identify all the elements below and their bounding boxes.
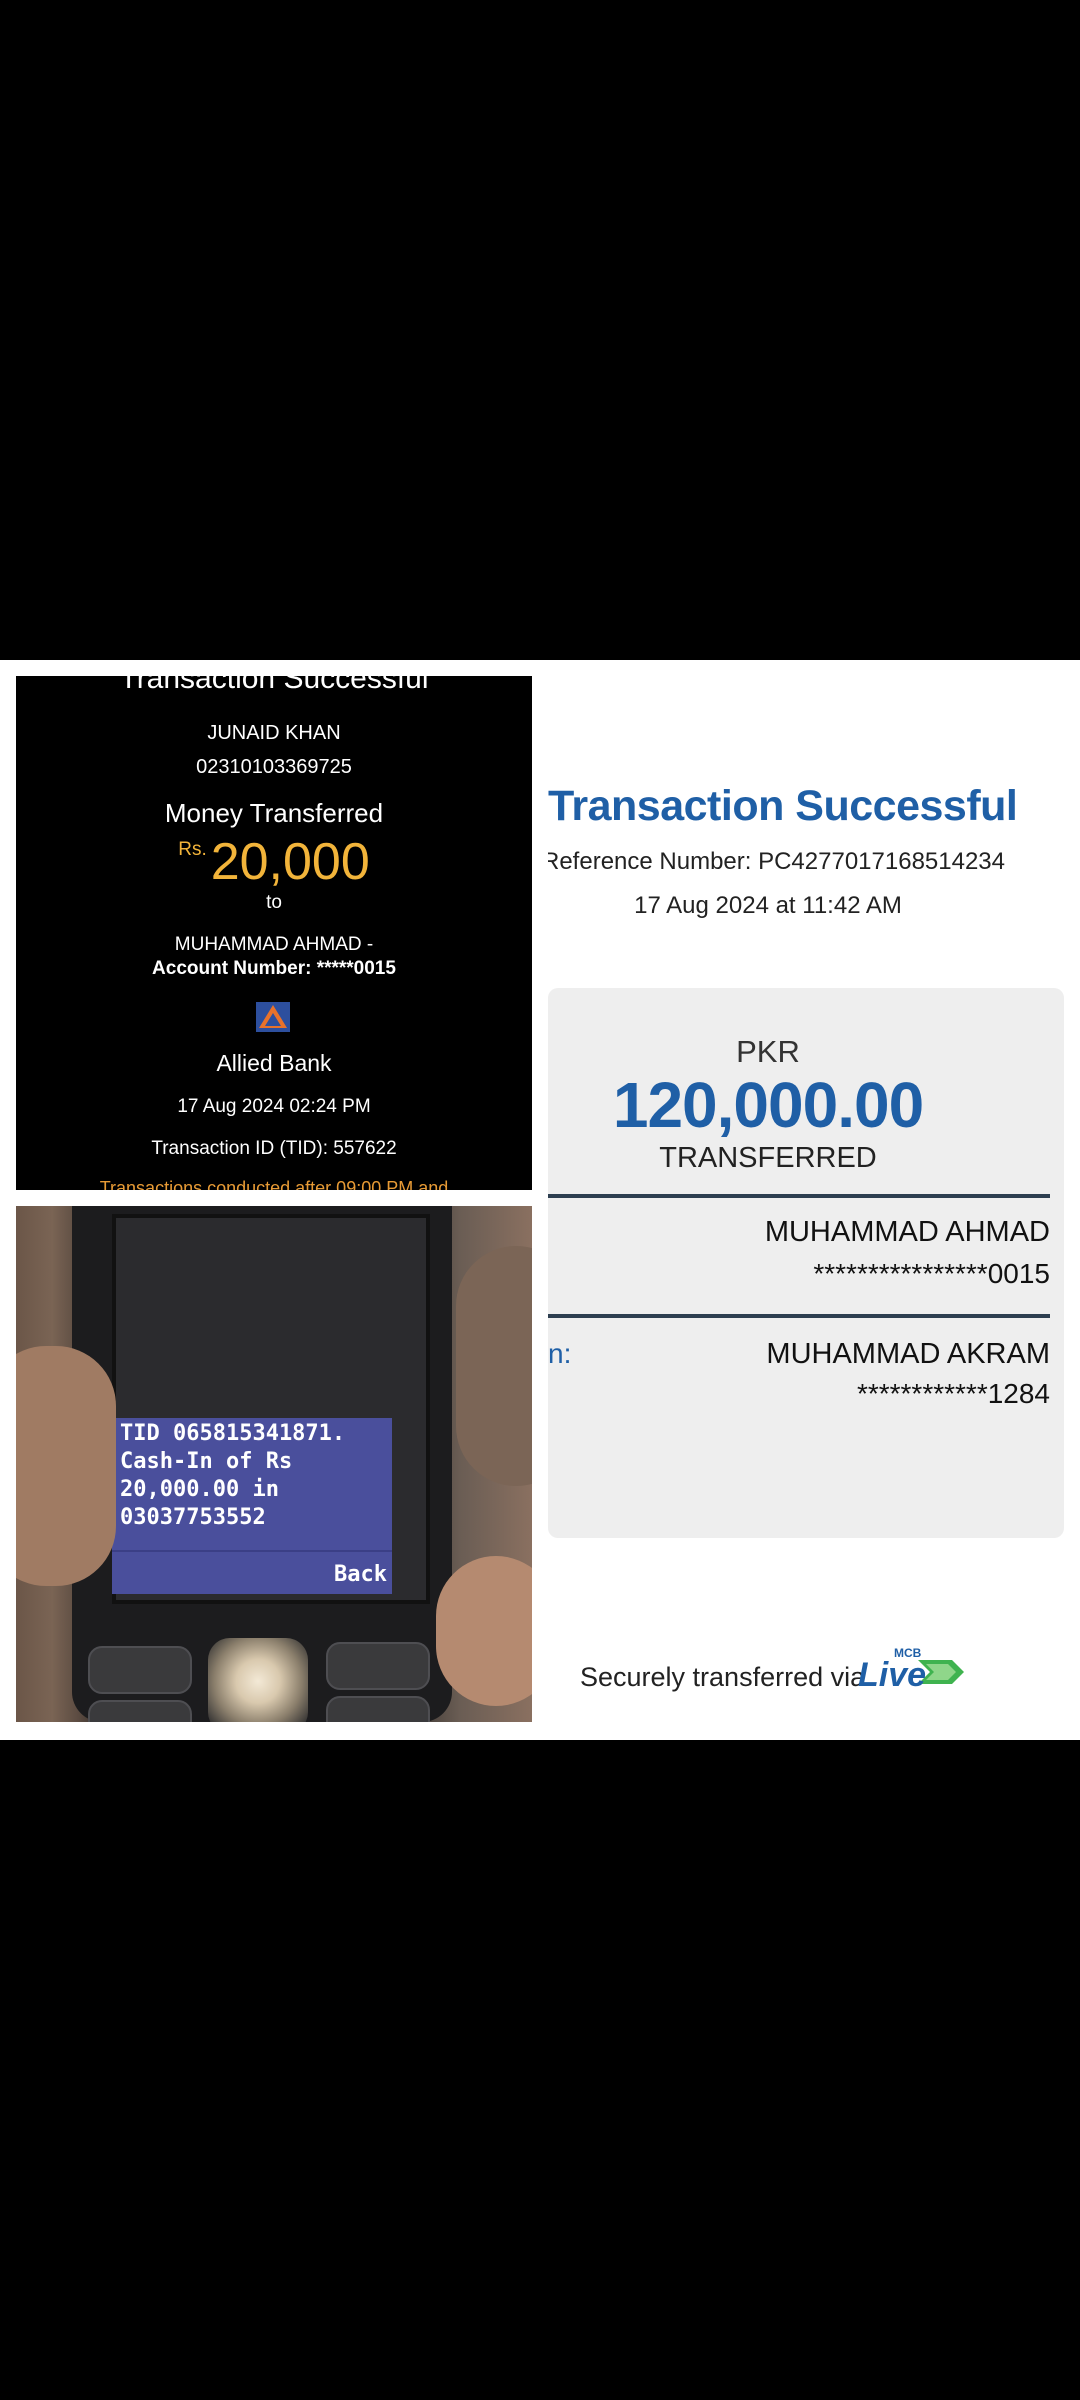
sender-account: ************1284 xyxy=(856,1378,1050,1409)
receipt-title: Transaction Successful xyxy=(119,676,429,695)
disclaimer-text: Transactions conducted after 09:00 PM an… xyxy=(99,1178,449,1190)
allied-bank-logo-icon xyxy=(256,1002,290,1032)
transfer-status: TRANSFERRED xyxy=(659,1142,877,1174)
left-softkey-button[interactable] xyxy=(88,1646,192,1694)
hand-finger xyxy=(436,1556,532,1706)
sms-message-text: TID 065815341871. Cash-In of Rs 20,000.0… xyxy=(120,1421,346,1530)
sender-name: MUHAMMAD AKRAM xyxy=(766,1338,1050,1370)
transaction-datetime: 17 Aug 2024 02:24 PM xyxy=(177,1096,371,1117)
mcb-receipt-panel: Transaction Successful Reference Number:… xyxy=(548,676,1064,1724)
sms-divider xyxy=(112,1550,392,1552)
call-key-button[interactable] xyxy=(88,1700,192,1722)
screenshot-collage: Transaction Successful JUNAID KHAN 02310… xyxy=(0,660,1080,1740)
mcb-title: Transaction Successful xyxy=(548,782,1018,830)
mcb-datetime: 17 Aug 2024 at 11:42 AM xyxy=(634,892,902,919)
currency-label: Rs. xyxy=(178,839,207,860)
divider-line xyxy=(548,1194,1050,1198)
bank-name: Allied Bank xyxy=(216,1050,332,1076)
transfer-amount: 20,000 xyxy=(210,833,370,891)
divider-line xyxy=(548,1314,1050,1318)
back-softkey[interactable]: Back xyxy=(334,1562,387,1587)
from-label: n: xyxy=(548,1338,572,1369)
amount-row: Rs.20,000 xyxy=(16,832,532,892)
sender-account: 02310103369725 xyxy=(196,756,352,778)
end-key-button[interactable] xyxy=(326,1696,430,1722)
to-label: to xyxy=(266,892,282,913)
secure-transfer-text: Securely transferred via xyxy=(580,1662,866,1692)
hand-thumb xyxy=(16,1346,116,1586)
transfer-heading: Money Transferred xyxy=(164,798,384,828)
reference-number: Reference Number: PC4277017168514234 xyxy=(548,848,1005,875)
beneficiary-account: ****************0015 xyxy=(813,1258,1050,1289)
live-brand-text: Live xyxy=(858,1656,927,1694)
beneficiary-name: MUHAMMAD AHMAD xyxy=(764,1216,1050,1248)
recipient-account: Account Number: *****0015 xyxy=(152,958,396,979)
recipient-name: MUHAMMAD AHMAD - xyxy=(174,934,374,955)
sender-name: JUNAID KHAN xyxy=(207,722,341,744)
mcb-currency: PKR xyxy=(736,1034,800,1069)
right-softkey-button[interactable] xyxy=(326,1642,430,1690)
phone-photo-panel: TID 065815341871. Cash-In of Rs 20,000.0… xyxy=(16,1206,532,1722)
mcb-amount: 120,000.00 xyxy=(612,1069,924,1141)
bank-receipt-panel: Transaction Successful JUNAID KHAN 02310… xyxy=(16,676,532,1190)
navigation-dpad[interactable] xyxy=(208,1638,308,1722)
transaction-id: Transaction ID (TID): 557622 xyxy=(151,1138,397,1159)
background-person xyxy=(456,1246,532,1486)
